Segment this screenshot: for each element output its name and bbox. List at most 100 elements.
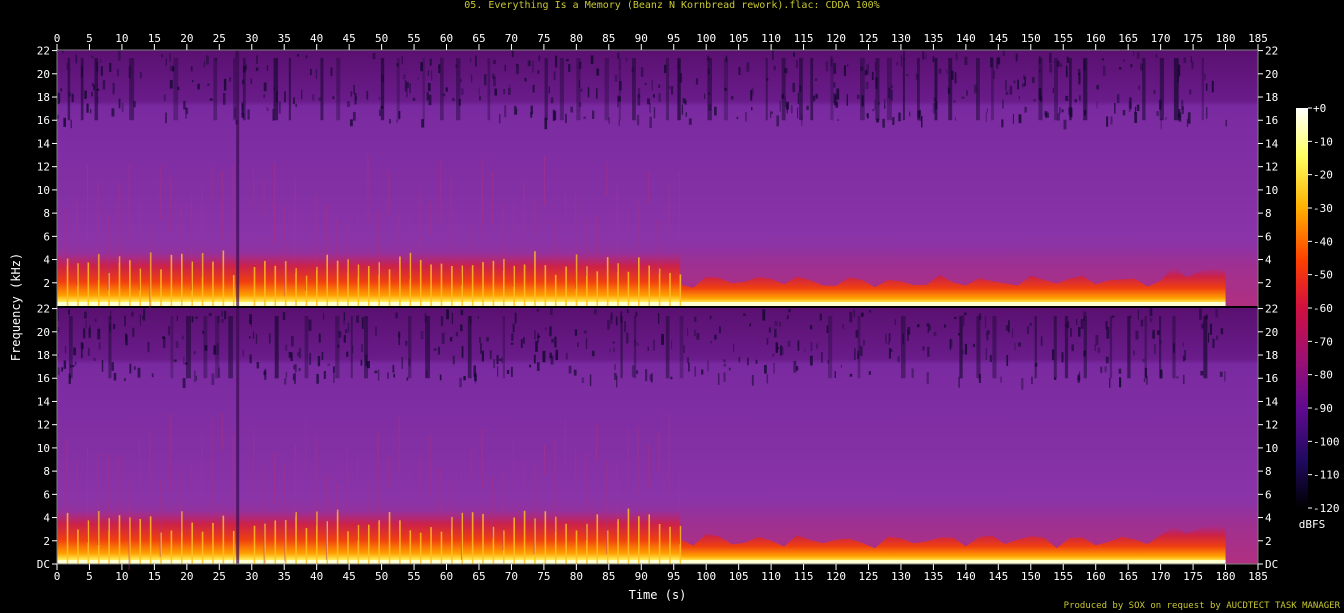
hf-column (886, 58, 892, 121)
x-tick-label-top: 180 (1216, 32, 1236, 45)
x-tick-label-bottom: 0 (54, 570, 61, 583)
hf-speckle (925, 53, 927, 60)
hf-speckle (496, 355, 499, 365)
transient-trail (159, 165, 161, 221)
hf-speckle (686, 357, 690, 364)
hf-speckle (536, 362, 540, 371)
hf-speckle (686, 327, 689, 336)
hf-speckle (871, 71, 874, 81)
hf-speckle (1011, 328, 1014, 338)
hf-speckle (835, 101, 839, 108)
hf-speckle (943, 324, 946, 328)
hf-speckle (57, 92, 60, 104)
hf-speckle (1052, 87, 1054, 94)
hf-speckle (790, 105, 793, 114)
hf-speckle (637, 94, 641, 106)
hf-column (425, 316, 431, 379)
hf-speckle (266, 65, 269, 71)
y-tick-label-left: DC (37, 558, 50, 571)
colorbar-tick-label: +0 (1313, 102, 1326, 115)
hf-speckle (1074, 99, 1077, 103)
hf-speckle (1136, 104, 1140, 111)
hf-speckle (1181, 99, 1184, 111)
hf-column (857, 316, 861, 379)
hf-speckle (103, 80, 106, 83)
transient-spike (87, 262, 90, 306)
hf-column (1127, 316, 1131, 379)
hf-speckle (285, 372, 288, 378)
hf-speckle (1149, 308, 1153, 317)
hf-speckle (926, 372, 929, 384)
hf-speckle (1006, 354, 1009, 366)
hf-speckle (347, 101, 350, 108)
hf-speckle (1143, 378, 1146, 382)
hf-speckle (617, 52, 620, 59)
y-tick-label-right: 20 (1265, 326, 1278, 339)
x-tick-label-top: 0 (54, 32, 61, 45)
hf-column (203, 316, 208, 379)
hf-speckle (887, 342, 890, 345)
transient-trail (357, 453, 359, 541)
transient-trail (97, 453, 99, 546)
transient-spike (575, 530, 578, 564)
hf-speckle (441, 332, 445, 345)
hf-speckle (793, 52, 795, 57)
hf-speckle (1133, 350, 1135, 356)
hf-speckle (1002, 99, 1004, 109)
hf-speckle (1018, 342, 1022, 347)
hf-speckle (589, 374, 592, 387)
hf-speckle (173, 359, 177, 362)
hf-speckle (478, 87, 480, 96)
transient-trail (533, 467, 535, 555)
hf-speckle (332, 96, 335, 100)
hf-speckle (1134, 112, 1138, 123)
y-tick-label-right: 14 (1265, 137, 1279, 150)
y-tick-label-right: 10 (1265, 184, 1278, 197)
hf-speckle (515, 108, 518, 115)
hf-speckle (1097, 347, 1101, 353)
hf-speckle (849, 373, 853, 377)
hf-speckle (653, 339, 655, 351)
hf-speckle (98, 342, 101, 350)
hf-speckle (885, 333, 887, 344)
y-tick-label-left: 20 (37, 326, 50, 339)
x-tick-label-top: 60 (440, 32, 453, 45)
colorbar (1296, 108, 1308, 508)
hf-speckle (685, 112, 687, 117)
hf-speckle (709, 315, 712, 320)
hf-speckle (884, 105, 886, 109)
hf-speckle (1187, 112, 1191, 124)
hf-speckle (1013, 80, 1016, 84)
hf-speckle (768, 327, 771, 333)
hf-column (94, 58, 99, 121)
y-tick-label-left: 16 (37, 114, 50, 127)
x-tick-label-top: 90 (635, 32, 648, 45)
hf-speckle (890, 349, 893, 352)
hf-speckle (493, 59, 496, 65)
hf-column (364, 316, 369, 379)
hf-speckle (954, 72, 957, 84)
hf-column (1201, 58, 1204, 121)
hf-speckle (610, 311, 613, 321)
hf-speckle (932, 56, 935, 63)
hf-column (422, 58, 425, 121)
hf-speckle (420, 330, 424, 340)
y-tick-label-right: 2 (1265, 277, 1272, 290)
y-tick-label-right: DC (1265, 558, 1278, 571)
hf-speckle (1178, 111, 1182, 123)
hf-speckle (509, 84, 511, 88)
hf-speckle (297, 53, 300, 57)
y-tick-label-left: 18 (37, 91, 50, 104)
y-tick-label-right: 12 (1265, 161, 1278, 174)
hf-speckle (211, 373, 215, 386)
transient-trail (627, 428, 629, 494)
hf-speckle (190, 66, 193, 72)
hf-speckle (797, 340, 800, 351)
hf-speckle (593, 308, 597, 315)
transient-trail (585, 453, 587, 540)
hf-speckle (510, 366, 513, 377)
transient-spike (523, 510, 526, 564)
hf-speckle (438, 346, 440, 355)
x-tick-label-bottom: 160 (1086, 570, 1106, 583)
hf-speckle (64, 345, 67, 354)
